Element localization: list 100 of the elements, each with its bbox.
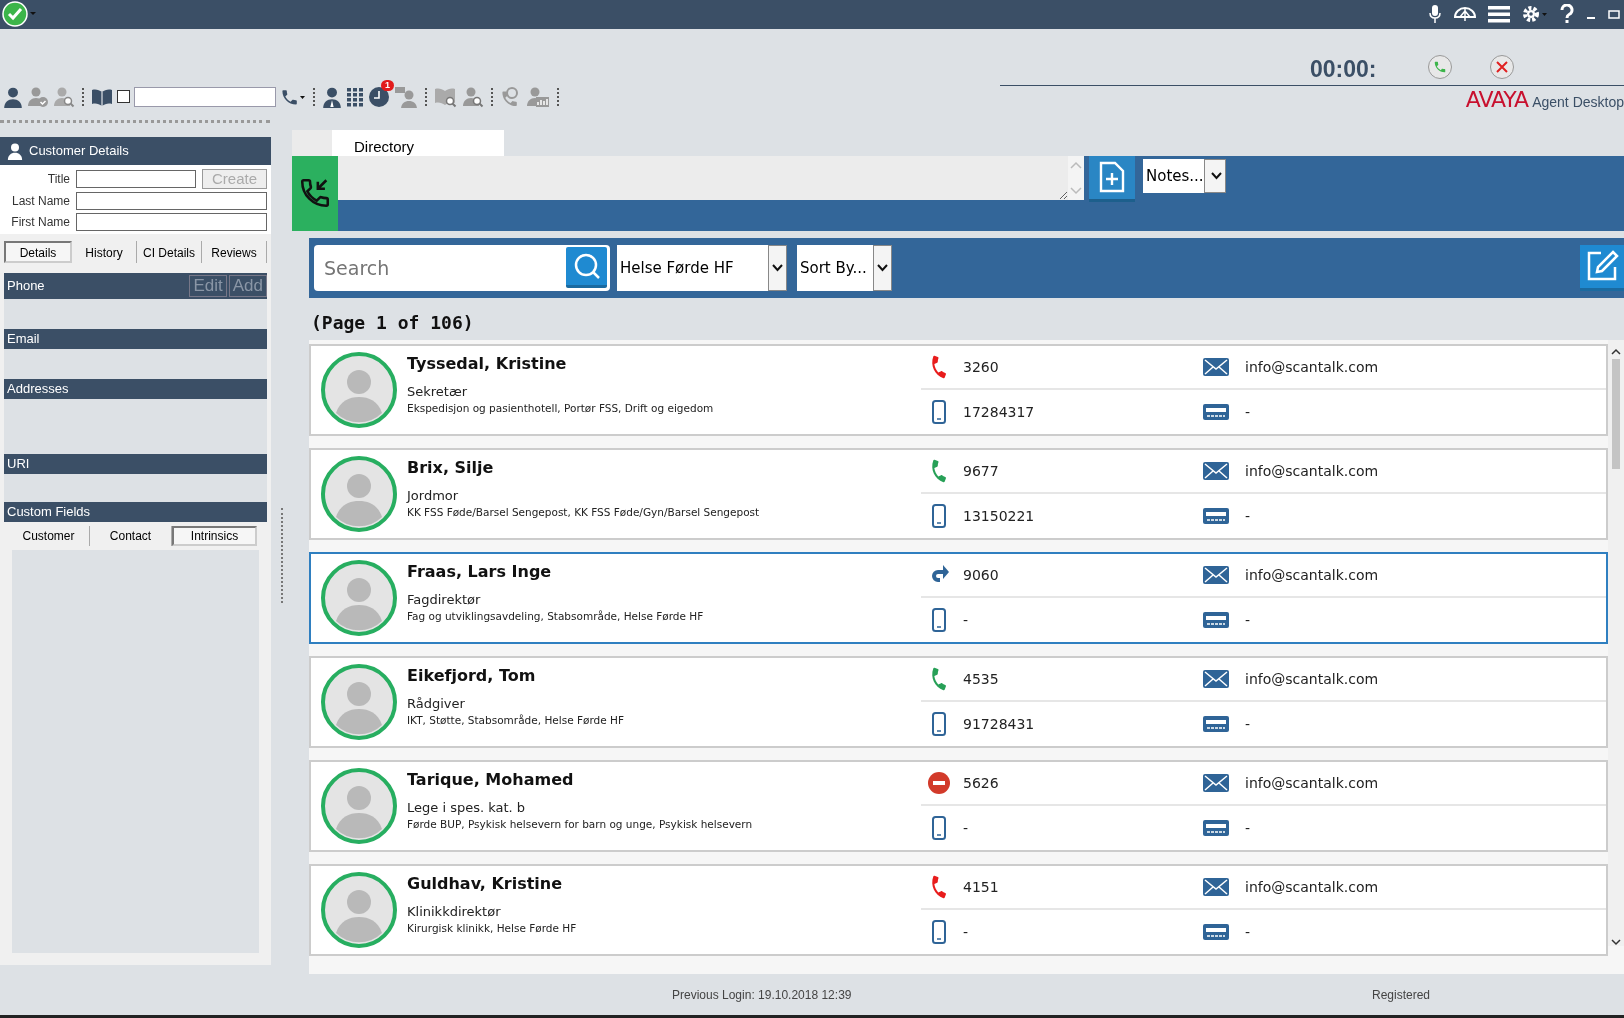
text-field[interactable] [76,212,267,231]
contact-card[interactable]: Tarique, Mohamed Lege i spes. kat. b Førde BUP, Psykisk helsevern for barn og unge, Psykisk helsevern 5626 - info@scantalk.com - [309,759,1608,852]
contact-card[interactable]: Tyssedal, Kristine Sekretær Ekspedisjon og pasienthotell, Portør FSS, Drift og eigedom 3260 17284317 info@scantalk.com - [309,343,1608,436]
tab[interactable]: History [72,240,137,263]
add-note-button[interactable] [1089,155,1135,202]
chevron-down-icon [1611,938,1621,946]
section-header: Email [7,331,40,347]
end-call-button[interactable] [1490,54,1514,79]
microphone-icon[interactable] [1428,4,1442,25]
contact-card[interactable]: Brix, Silje Jordmor KK FSS Føde/Barsel Sengepost, KK FSS Føde/Gyn/Barsel Sengepost 9677 13150221 info@scantalk.com - [309,447,1608,540]
help-icon[interactable] [1560,4,1574,25]
pager-number: - [1245,715,1251,732]
checkbox[interactable] [117,90,130,104]
chevron-down-icon [1210,171,1222,180]
email-address[interactable]: info@scantalk.com [1245,774,1379,791]
toolbar-input-field[interactable] [134,86,276,107]
extension-number[interactable]: 3260 [963,358,999,375]
contact-department: Ekspedisjon og pasienthotell, Portør FSS, Drift og eigedom [407,401,715,414]
pager-icon [1203,402,1229,421]
status-check-icon[interactable] [2,1,38,28]
search-icon [572,252,601,281]
edit-button[interactable] [1580,244,1624,291]
pager-number: - [1245,403,1251,420]
envelope-icon [1203,772,1229,793]
chevron-down-icon [877,263,888,272]
email-address[interactable]: info@scantalk.com [1245,358,1379,375]
contact-department: KK FSS Føde/Barsel Sengepost, KK FSS Føde/Gyn/Barsel Sengepost [407,505,761,518]
contact-card[interactable]: Guldhav, Kristine Klinikkdirektør Kirurgisk klinikk, Helse Førde HF 4151 - info@scantalk.com - [309,863,1608,956]
agent-icon[interactable] [322,85,342,108]
search-button[interactable] [566,247,607,289]
mobile-number[interactable]: 17284317 [963,403,1035,420]
contact-card[interactable]: Eikefjord, Tom Rådgiver IKT, Støtte, Stabsområde, Helse Førde HF 4535 91728431 info@scantalk.com - [309,655,1608,748]
pager-icon [1203,714,1229,733]
phone-icon [1433,59,1447,74]
pager-icon [1203,818,1229,837]
product-name: Agent Desktop [1532,93,1624,110]
contact-role: Jordmor [407,487,460,503]
field-label: First Name [10,214,70,229]
pager-icon [1203,922,1229,941]
extension-number[interactable]: 9677 [963,462,999,479]
section-header: Addresses [7,381,69,397]
sort-dropdown[interactable]: Sort By... [797,244,892,291]
email-address[interactable]: info@scantalk.com [1245,670,1379,687]
tab[interactable]: Details [4,240,72,263]
umbrella-icon[interactable] [1454,5,1476,24]
mobile-number[interactable]: - [963,923,969,940]
contact-department: Fag og utviklingsavdeling, Stabsområde, Helse Førde HF [407,609,705,622]
scrollbar[interactable] [1608,339,1624,946]
contact-role: Lege i spes. kat. b [407,799,527,815]
section-header: Phone [7,278,45,294]
menu-icon[interactable] [1488,5,1510,24]
notes-dropdown[interactable]: Notes... [1143,158,1226,193]
scrollbar-thumb[interactable] [1612,358,1620,469]
section-header: Custom Fields [7,504,91,520]
registration-status: Registered [1371,987,1430,1002]
email-address[interactable]: info@scantalk.com [1245,566,1379,583]
mobile-number[interactable]: 91728431 [963,715,1035,732]
keypad-icon[interactable] [346,86,364,107]
mobile-number[interactable]: 13150221 [963,507,1035,524]
text-field[interactable] [76,169,196,188]
mobile-number[interactable]: - [963,611,969,628]
contact-department: Kirurgisk klinikk, Helse Førde HF [407,921,578,934]
group-dropdown[interactable]: Helse Førde HF [617,244,787,291]
field-label: Title [46,171,70,186]
chevron-down-icon [772,263,783,272]
email-address[interactable]: info@scantalk.com [1245,878,1379,895]
tab[interactable]: Reviews [202,240,267,263]
person-search-icon[interactable] [53,85,75,108]
settings-icon[interactable] [1522,4,1548,25]
directory-tab[interactable]: Directory [332,129,504,156]
close-icon [1495,59,1509,74]
tab[interactable]: Intrinsics [172,525,257,546]
do-not-disturb-icon [927,770,951,795]
pager-icon [1203,610,1229,629]
extension-number[interactable]: 4151 [963,878,999,895]
contact-name: Tyssedal, Kristine [407,353,568,375]
search-box[interactable]: Search [314,244,610,291]
pager-number: - [1245,507,1251,524]
contact-department: IKT, Støtte, Stabsområde, Helse Førde HF [407,713,625,726]
extension-number[interactable]: 9060 [963,566,999,583]
splitter-handle[interactable] [280,507,283,603]
notification-badge: 1 [381,79,394,91]
person-icon[interactable] [3,85,23,108]
chevron-up-icon [1611,347,1621,355]
email-address[interactable]: info@scantalk.com [1245,462,1379,479]
envelope-icon [1203,564,1229,585]
person-search-icon[interactable] [462,85,484,108]
contact-role: Rådgiver [407,695,466,711]
tab[interactable]: Customer [8,525,90,546]
contact-card[interactable]: Fraas, Lars Inge Fagdirektør Fag og utviklingsavdeling, Stabsområde, Helse Førde HF 9060 - info@scantalk.com - [309,551,1608,644]
extension-number[interactable]: 5626 [963,774,999,791]
text-field[interactable] [76,191,267,210]
contact-role: Sekretær [407,383,469,399]
tab[interactable]: CI Details [137,240,202,263]
pager-number: - [1245,923,1251,940]
person-check-icon[interactable] [27,85,49,108]
contact-role: Fagdirektør [407,591,482,607]
logo-text: AVAYA [1465,86,1529,112]
extension-number[interactable]: 4535 [963,670,999,687]
mobile-number[interactable]: - [963,819,969,836]
